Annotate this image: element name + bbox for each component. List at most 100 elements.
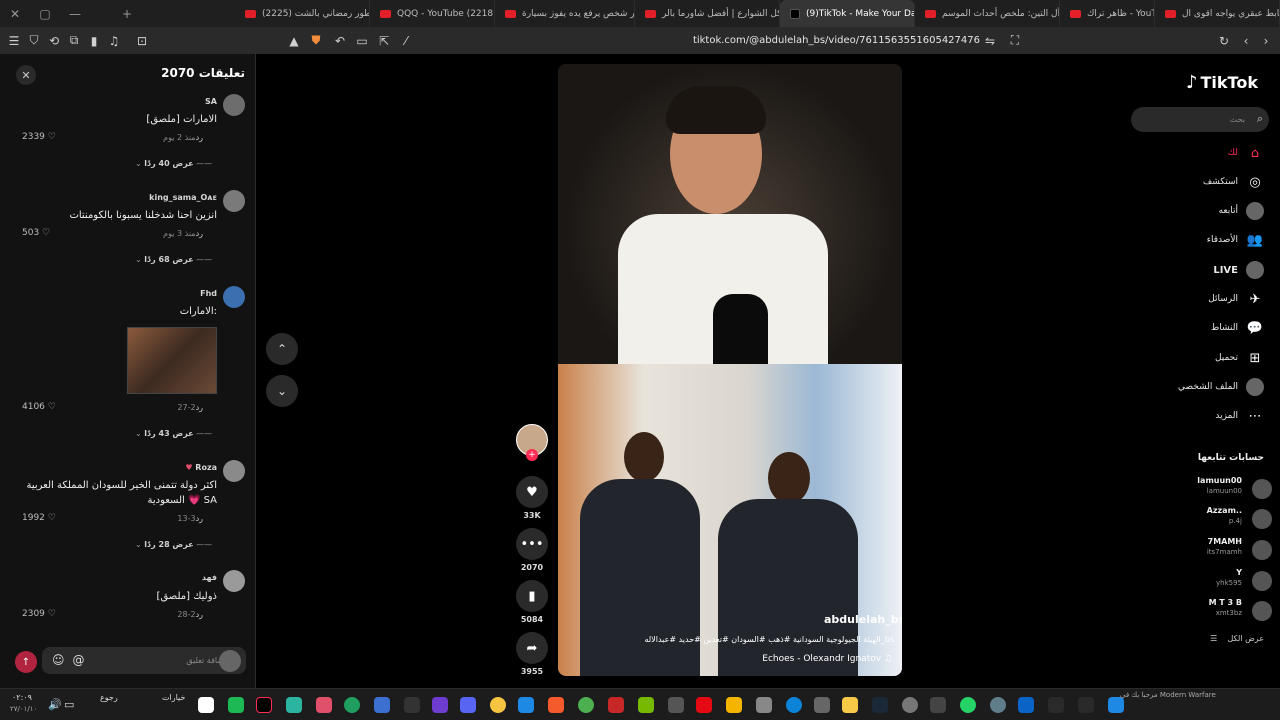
nav-item-9[interactable]: المزيد ⋯ (1124, 407, 1264, 425)
tab-2[interactable]: آل التين: ملخص أحداث الموسم ... (915, 0, 1060, 27)
task-view-icon[interactable] (1048, 697, 1064, 713)
share-icon[interactable]: ⇱ (374, 31, 394, 51)
whatsapp-icon[interactable] (960, 697, 976, 713)
tab-6[interactable]: QQQ - YouTube (2218) العاشر (370, 0, 495, 27)
arc-app-icon[interactable] (316, 697, 332, 713)
comment-button[interactable]: ••• 2070 (516, 528, 548, 572)
previous-video-button[interactable]: ⌃ (266, 333, 298, 365)
tab-0[interactable]: قصة ضابط عبقري يواجه اقوى ال... (1155, 0, 1280, 27)
steam-icon[interactable] (872, 697, 888, 713)
comment-likes[interactable]: 503 ♡ (22, 228, 50, 238)
folder-icon[interactable] (842, 697, 858, 713)
mention-icon[interactable]: @ (73, 653, 85, 667)
chrome-icon[interactable] (578, 697, 594, 713)
comment-likes[interactable]: 2339 ♡ (22, 132, 56, 142)
nav-item-2[interactable]: أتابعه (1124, 202, 1264, 220)
speedometer-icon[interactable] (930, 697, 946, 713)
edge-icon[interactable] (786, 697, 802, 713)
options-label[interactable]: خيارات (162, 693, 185, 702)
comment-username[interactable]: ♥ Roza (185, 463, 217, 472)
tab-4[interactable]: أكل الشوارع | أفضل شاورما بالر... (635, 0, 780, 27)
back-arrow-icon[interactable]: ↶ (330, 31, 350, 51)
tabs-icon[interactable]: ⧉ (64, 31, 84, 51)
minimize-window-button[interactable]: — (60, 0, 90, 27)
menu-icon[interactable]: ☰ (4, 31, 24, 51)
winrar-icon[interactable] (608, 697, 624, 713)
video-username[interactable]: abdulelah_bs (824, 613, 902, 626)
reply-button[interactable]: رد (196, 229, 203, 238)
gear-icon[interactable] (990, 697, 1006, 713)
tab-3[interactable]: (9)TikTok - Make Your Day✕ (780, 0, 915, 27)
brave-icon[interactable] (548, 697, 564, 713)
comment-avatar[interactable] (223, 190, 245, 212)
nav-item-3[interactable]: الأصدقاء 👥 (1124, 231, 1264, 249)
brave-shield-icon[interactable]: ⛊ (306, 31, 326, 51)
following-item[interactable]: lamuun00 lamuun00 (1132, 476, 1272, 502)
nav-item-5[interactable]: الرسائل ✈ (1124, 290, 1264, 308)
next-video-button[interactable]: ⌄ (266, 375, 298, 407)
view-replies-button[interactable]: ⌄ عرض 68 ردًا —— (135, 255, 212, 264)
view-replies-button[interactable]: ⌄ عرض 43 ردًا —— (135, 429, 212, 438)
following-item[interactable]: Azzam.. p.4j (1132, 506, 1272, 532)
post-comment-button[interactable]: ↑ (15, 651, 37, 673)
reply-button[interactable]: رد (196, 514, 203, 523)
forward-icon[interactable]: › (1256, 31, 1276, 51)
close-window-button[interactable]: ✕ (0, 0, 30, 27)
nvidia-icon[interactable] (638, 697, 654, 713)
comment-avatar[interactable] (223, 570, 245, 592)
comment-avatar[interactable] (223, 460, 245, 482)
app-icon-2[interactable] (756, 697, 772, 713)
comment-input[interactable]: ☺@ إضافة تعليق... (42, 647, 246, 674)
comment-avatar[interactable] (223, 94, 245, 116)
nav-item-6[interactable]: النشاط 💬 (1124, 319, 1264, 337)
shield-icon[interactable]: ⛉ (24, 31, 44, 51)
history-icon[interactable]: ⟲ (44, 31, 64, 51)
emoji-icon[interactable]: ☺ (52, 653, 65, 667)
bookmark-icon[interactable]: ⛶ (1005, 31, 1025, 51)
vpn-icon[interactable] (374, 697, 390, 713)
following-item[interactable]: M T 3 B xmt3bz (1132, 598, 1272, 624)
reply-button[interactable]: رد (196, 133, 203, 142)
close-comments-button[interactable]: ✕ (16, 65, 36, 85)
tab-1[interactable]: ظاهر تراك - YouTube (1060, 0, 1155, 27)
comment-likes[interactable]: 4106 ♡ (22, 402, 56, 412)
nav-item-7[interactable]: تحميل ⊞ (1124, 349, 1264, 367)
url-text[interactable]: tiktok.com/@abdulelah_bs/video/761156355… (500, 35, 980, 46)
tiktok-logo[interactable]: ♪ TikTok (1186, 72, 1258, 93)
save-button[interactable]: ▮ 5084 (516, 580, 548, 624)
discord-icon[interactable] (460, 697, 476, 713)
view-replies-button[interactable]: ⌄ عرض 40 ردًا —— (135, 159, 212, 168)
tab-icon[interactable]: ▭ (352, 31, 372, 51)
app-icon-3[interactable] (814, 697, 830, 713)
shield-app-icon[interactable] (286, 697, 302, 713)
nav-item-0[interactable]: لك ⌂ (1124, 144, 1264, 162)
comment-avatar[interactable] (223, 286, 245, 308)
tab-5[interactable]: آخر شخص يرفع يده يفوز بسيارة! ... (495, 0, 635, 27)
sidebar-icon[interactable]: ▮ (84, 31, 104, 51)
netflix-icon[interactable] (696, 697, 712, 713)
reply-button[interactable]: رد (196, 610, 203, 619)
notification-text[interactable]: مرحبا بك في Modern Warfare (1120, 691, 1216, 699)
reply-button[interactable]: رد (196, 403, 203, 412)
comment-sticker-image[interactable] (127, 327, 217, 394)
chatgpt-icon[interactable] (344, 697, 360, 713)
comment-likes[interactable]: 1992 ♡ (22, 513, 56, 523)
comment-username[interactable]: Fhd (200, 289, 217, 298)
search-icon[interactable]: ⌕ (1257, 112, 1263, 126)
video-player[interactable]: abdulelah_bs الهيئة الجيولوجية السودانية… (558, 64, 902, 676)
back-label[interactable]: رجوع (100, 693, 118, 702)
comment-username[interactable]: SA (205, 97, 217, 106)
following-item[interactable]: Yyhk595 (1132, 568, 1272, 594)
like-button[interactable]: ♥ 33K (516, 476, 548, 520)
nav-item-1[interactable]: استكشف ◎ (1124, 173, 1264, 191)
volume-icon[interactable]: 🔊 (48, 698, 62, 711)
view-replies-button[interactable]: ⌄ عرض 28 ردًا —— (135, 540, 212, 549)
site-settings-icon[interactable]: ⇋ (980, 31, 1000, 51)
follow-plus-icon[interactable]: + (526, 449, 538, 461)
comment-username[interactable]: king_sama_Oᴀᴇ (149, 193, 217, 202)
following-item[interactable]: 7MAMH its7mamh (1132, 537, 1272, 563)
files-icon[interactable] (518, 697, 534, 713)
tidal-icon[interactable] (404, 697, 420, 713)
mw-app-icon[interactable] (198, 697, 214, 713)
video-music[interactable]: Echoes - Olexandr Ignatov ♫ (762, 654, 892, 664)
